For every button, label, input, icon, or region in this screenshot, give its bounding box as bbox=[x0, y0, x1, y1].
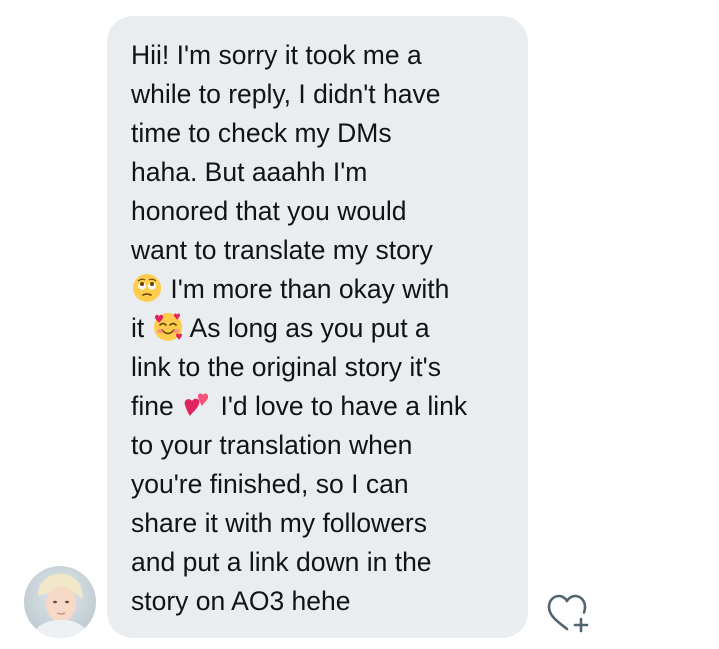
message-line: to your translation when bbox=[131, 430, 413, 460]
message-line: while to reply, I didn't have bbox=[131, 79, 441, 109]
message-line: fine I'd love to have a link bbox=[131, 387, 510, 426]
dm-thread: Hii! I'm sorry it took me a while to rep… bbox=[0, 0, 719, 649]
message-text-segment: it bbox=[131, 313, 152, 343]
message-line: want to translate my story bbox=[131, 235, 433, 265]
message-line: it As long as you put a bbox=[131, 309, 510, 348]
message-text-segment: I'd love to have a link bbox=[213, 391, 468, 421]
message-line: share it with my followers bbox=[131, 508, 428, 538]
message-line: story on AO3 hehe bbox=[131, 586, 351, 616]
message-text-segment: As long as you put a bbox=[183, 313, 430, 343]
message-text-segment: fine bbox=[131, 391, 182, 421]
message-bubble[interactable]: Hii! I'm sorry it took me a while to rep… bbox=[107, 16, 528, 638]
message-line: link to the original story it's bbox=[131, 352, 441, 382]
message-line: time to check my DMs bbox=[131, 118, 392, 148]
message-line: Hii! I'm sorry it took me a bbox=[131, 40, 422, 70]
react-button[interactable] bbox=[543, 591, 595, 635]
message-line: honored that you would bbox=[131, 196, 407, 226]
two-hearts-emoji bbox=[181, 389, 213, 421]
smiling-face-with-hearts-emoji bbox=[152, 311, 184, 343]
message-line: and put a link down in the bbox=[131, 547, 432, 577]
message-text-segment: I'm more than okay with bbox=[163, 274, 450, 304]
message-line: I'm more than okay with bbox=[131, 270, 510, 309]
message-line: haha. But aaahh I'm bbox=[131, 157, 368, 187]
heart-plus-icon bbox=[547, 594, 589, 633]
pleading-rolling-eyes-emoji bbox=[131, 272, 163, 304]
message-line: you're finished, so I can bbox=[131, 469, 409, 499]
message-text: Hii! I'm sorry it took me a while to rep… bbox=[131, 36, 510, 621]
sender-avatar[interactable] bbox=[24, 566, 96, 638]
